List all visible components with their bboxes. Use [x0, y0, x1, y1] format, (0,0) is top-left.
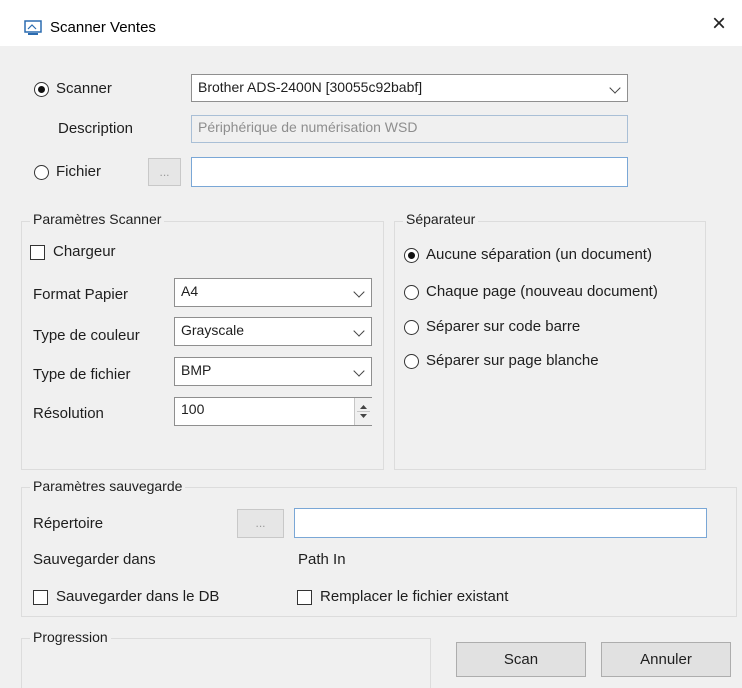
save-in-value: Path In	[298, 551, 346, 568]
scanner-label: Scanner	[56, 80, 112, 97]
feeder-checkbox[interactable]	[30, 245, 45, 260]
separator-option-barcode-radio[interactable]	[404, 320, 419, 335]
replace-file-checkbox[interactable]	[297, 590, 312, 605]
chevron-down-icon	[353, 325, 365, 337]
paper-format-value: A4	[181, 283, 199, 299]
separator-option-each-page: Chaque page (nouveau document)	[426, 283, 658, 300]
file-path-field[interactable]	[191, 157, 628, 187]
separator-option-none-radio[interactable]	[404, 248, 419, 263]
save-in-label: Sauvegarder dans	[33, 551, 156, 568]
progress-group	[21, 638, 431, 688]
separator-option-blank-page-radio[interactable]	[404, 354, 419, 369]
chevron-down-icon	[353, 365, 365, 377]
color-type-select[interactable]: Grayscale	[174, 317, 372, 346]
resolution-label: Résolution	[33, 405, 104, 422]
file-type-value: BMP	[181, 362, 212, 378]
scan-button[interactable]: Scan	[456, 642, 586, 677]
scanner-app-icon	[24, 20, 42, 35]
separator-legend: Séparateur	[403, 211, 479, 227]
save-db-label: Sauvegarder dans le DB	[56, 588, 220, 605]
progress-legend: Progression	[30, 629, 111, 645]
directory-browse-button[interactable]: ...	[237, 509, 284, 538]
resolution-stepper[interactable]: 100	[174, 397, 372, 426]
separator-option-blank-page: Séparer sur page blanche	[426, 352, 599, 369]
replace-file-label: Remplacer le fichier existant	[320, 588, 509, 605]
window-title: Scanner Ventes	[50, 19, 156, 36]
separator-option-barcode: Séparer sur code barre	[426, 318, 581, 335]
scanner-select-value: Brother ADS-2400N [30055c92babf]	[198, 79, 423, 95]
separator-option-none: Aucune séparation (un document)	[426, 246, 652, 263]
scanner-params-legend: Paramètres Scanner	[30, 211, 165, 227]
spin-arrows-icon	[357, 405, 370, 418]
resolution-spin-buttons[interactable]	[354, 398, 372, 425]
color-type-label: Type de couleur	[33, 327, 140, 344]
description-field: Périphérique de numérisation WSD	[191, 115, 628, 143]
paper-format-select[interactable]: A4	[174, 278, 372, 307]
separator-option-each-page-radio[interactable]	[404, 285, 419, 300]
scanner-radio[interactable]	[34, 82, 49, 97]
description-label: Description	[58, 120, 134, 137]
directory-label: Répertoire	[33, 515, 104, 532]
file-browse-button[interactable]: ...	[148, 158, 181, 186]
feeder-label: Chargeur	[53, 243, 116, 260]
file-radio[interactable]	[34, 165, 49, 180]
scanner-select[interactable]: Brother ADS-2400N [30055c92babf]	[191, 74, 628, 102]
file-label: Fichier	[56, 163, 102, 180]
save-params-legend: Paramètres sauvegarde	[30, 478, 186, 494]
resolution-value: 100	[181, 401, 205, 417]
file-type-label: Type de fichier	[33, 366, 131, 383]
chevron-down-icon	[353, 286, 365, 298]
title-bar: Scanner Ventes ×	[0, 0, 742, 46]
file-type-select[interactable]: BMP	[174, 357, 372, 386]
close-icon[interactable]: ×	[712, 12, 726, 36]
directory-path-field[interactable]	[294, 508, 707, 538]
color-type-value: Grayscale	[181, 322, 245, 338]
paper-format-label: Format Papier	[33, 286, 129, 303]
chevron-down-icon	[609, 82, 621, 94]
save-db-checkbox[interactable]	[33, 590, 48, 605]
cancel-button[interactable]: Annuler	[601, 642, 731, 677]
